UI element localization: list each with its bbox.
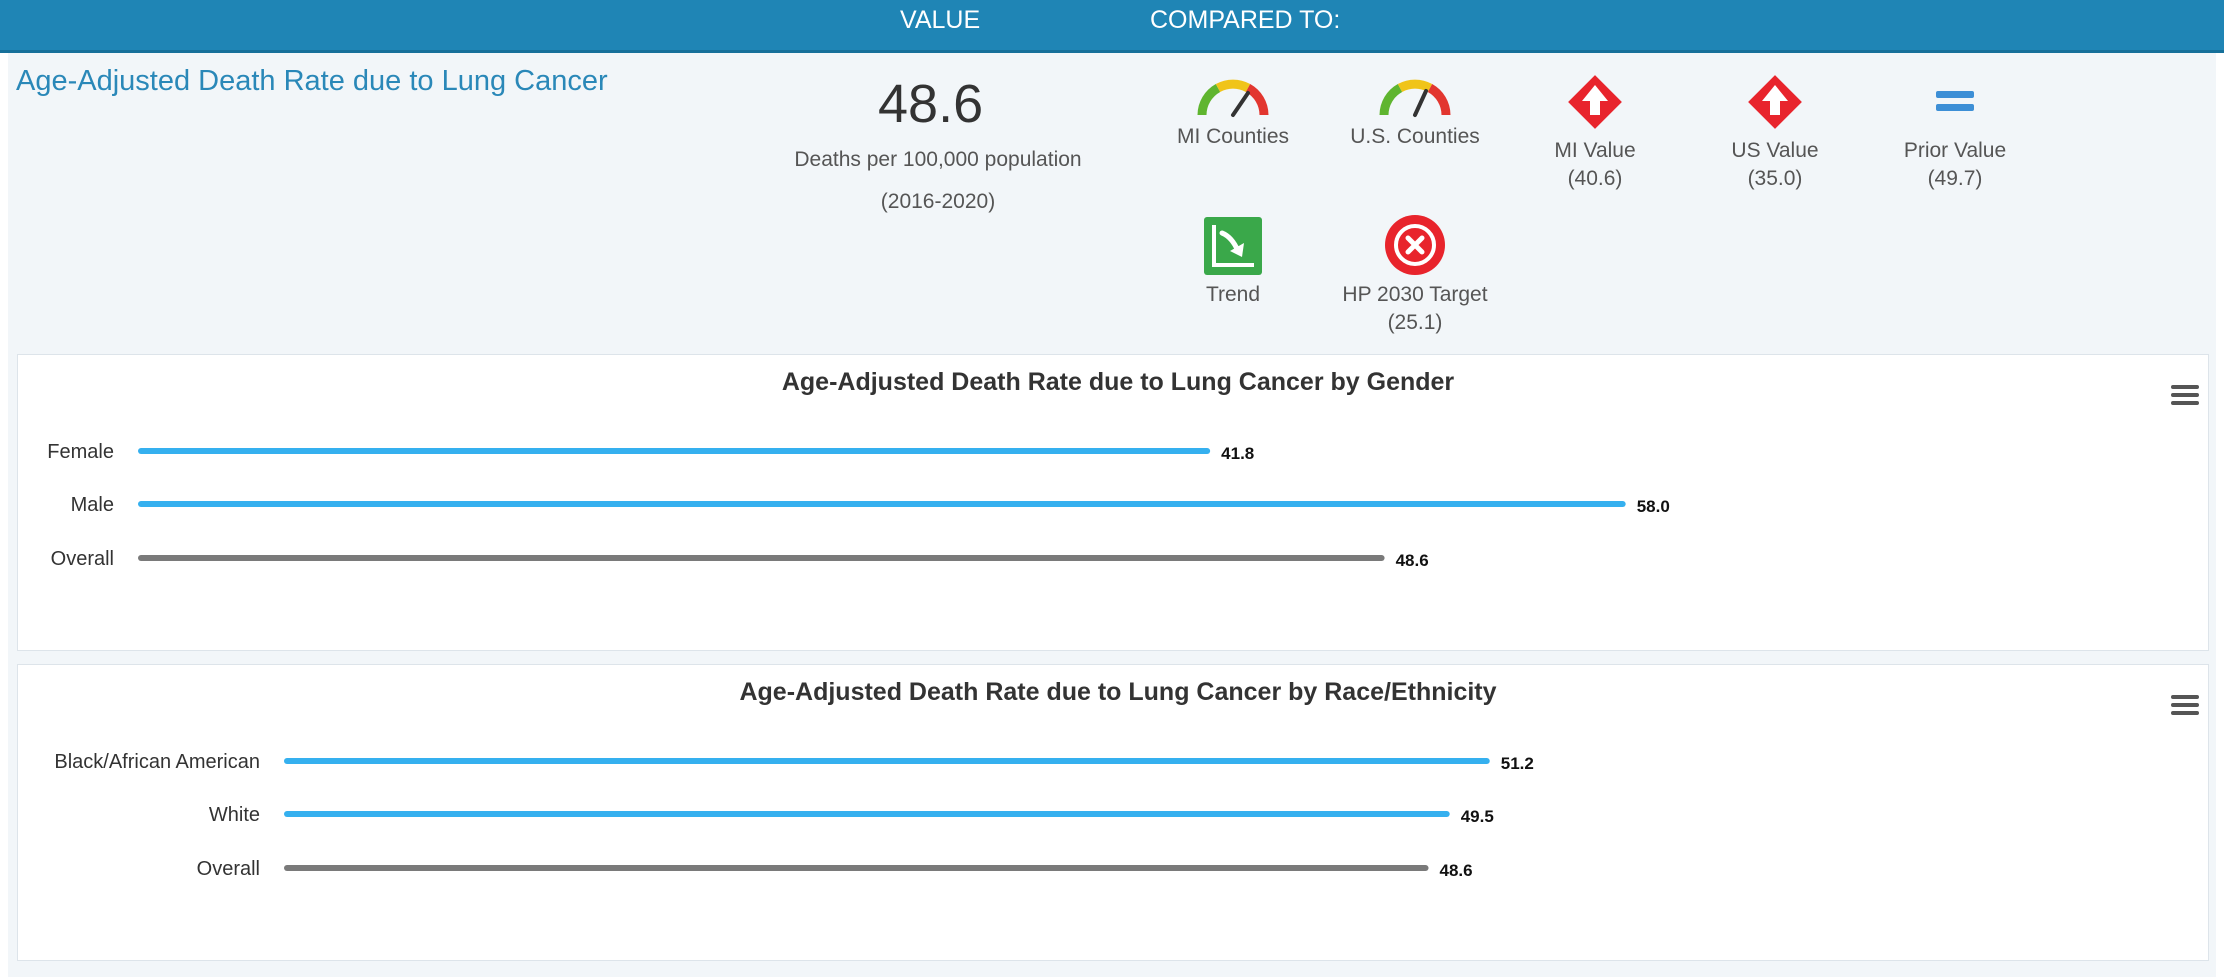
comparison-label: US Value	[1731, 139, 1819, 162]
category-label: White	[209, 804, 260, 826]
gauge-icon	[1379, 79, 1451, 117]
chart-menu-icon[interactable]	[2171, 695, 2199, 717]
comparison-value: (40.6)	[1567, 167, 1623, 190]
gender-bar-chart: Age-Adjusted Death Rate due to Lung Canc…	[47, 368, 1670, 570]
data-label: 49.5	[1461, 807, 1494, 826]
red-up-arrow-icon	[1568, 75, 1622, 129]
top-header-bar: VALUE COMPARED TO:	[0, 0, 2224, 53]
category-label: Male	[71, 494, 114, 516]
comparison-label: MI Counties	[1176, 125, 1290, 148]
data-label: 48.6	[1440, 861, 1473, 880]
comparison-mi-value[interactable]: MI Value (40.6)	[1510, 71, 1680, 191]
gauge-icon	[1197, 79, 1269, 117]
indicator-value: 48.6	[878, 74, 984, 134]
green-down-trend-icon	[1204, 217, 1262, 275]
bar-white[interactable]	[284, 811, 1450, 817]
category-label: Female	[47, 441, 114, 463]
comparison-label: U.S. Counties	[1350, 125, 1480, 148]
chart-menu-icon[interactable]	[2171, 385, 2199, 407]
compared-to-column-header: COMPARED TO:	[1150, 6, 1341, 34]
indicator-title[interactable]: Age-Adjusted Death Rate due to Lung Canc…	[16, 65, 608, 98]
chart-title: Age-Adjusted Death Rate due to Lung Canc…	[782, 368, 1455, 396]
comparison-label: HP 2030 Target	[1342, 283, 1488, 306]
category-label: Overall	[197, 858, 260, 880]
comparison-value: (49.7)	[1927, 167, 1983, 190]
bar-male[interactable]	[138, 501, 1626, 507]
data-label: 48.6	[1396, 551, 1429, 570]
bar-black-african-american[interactable]	[284, 758, 1490, 764]
data-label: 51.2	[1501, 754, 1534, 773]
comparison-us-value[interactable]: US Value (35.0)	[1690, 71, 1860, 191]
comparison-value: (35.0)	[1747, 167, 1803, 190]
value-column-header: VALUE	[900, 6, 981, 34]
race-bar-chart: Age-Adjusted Death Rate due to Lung Canc…	[54, 678, 1534, 880]
chart-title: Age-Adjusted Death Rate due to Lung Canc…	[739, 678, 1496, 706]
equal-icon	[1936, 91, 1974, 111]
comparison-mi-counties[interactable]: MI Counties	[1148, 75, 1318, 149]
bar-overall[interactable]	[138, 555, 1385, 561]
chart-card-race: Age-Adjusted Death Rate due to Lung Canc…	[17, 664, 2209, 961]
data-label: 41.8	[1221, 444, 1254, 463]
category-label: Overall	[51, 548, 114, 570]
comparison-label: MI Value	[1554, 139, 1636, 162]
comparison-hp2030-target[interactable]: HP 2030 Target (25.1)	[1330, 213, 1500, 335]
bar-female[interactable]	[138, 448, 1211, 454]
comparison-value: (25.1)	[1387, 311, 1443, 334]
red-x-circle-icon	[1385, 215, 1445, 275]
chart-card-gender: Age-Adjusted Death Rate due to Lung Canc…	[17, 354, 2209, 651]
bar-overall[interactable]	[284, 865, 1429, 871]
indicator-period: (2016-2020)	[880, 190, 996, 213]
category-label: Black/African American	[54, 751, 260, 773]
data-label: 58.0	[1637, 497, 1670, 516]
indicator-unit: Deaths per 100,000 population	[794, 148, 1082, 171]
comparison-prior-value[interactable]: Prior Value (49.7)	[1870, 71, 2040, 191]
red-up-arrow-icon	[1748, 75, 1802, 129]
comparison-label: Trend	[1205, 283, 1261, 306]
comparison-label: Prior Value	[1903, 139, 2007, 162]
comparison-us-counties[interactable]: U.S. Counties	[1330, 75, 1500, 149]
comparison-trend[interactable]: Trend	[1148, 215, 1318, 307]
